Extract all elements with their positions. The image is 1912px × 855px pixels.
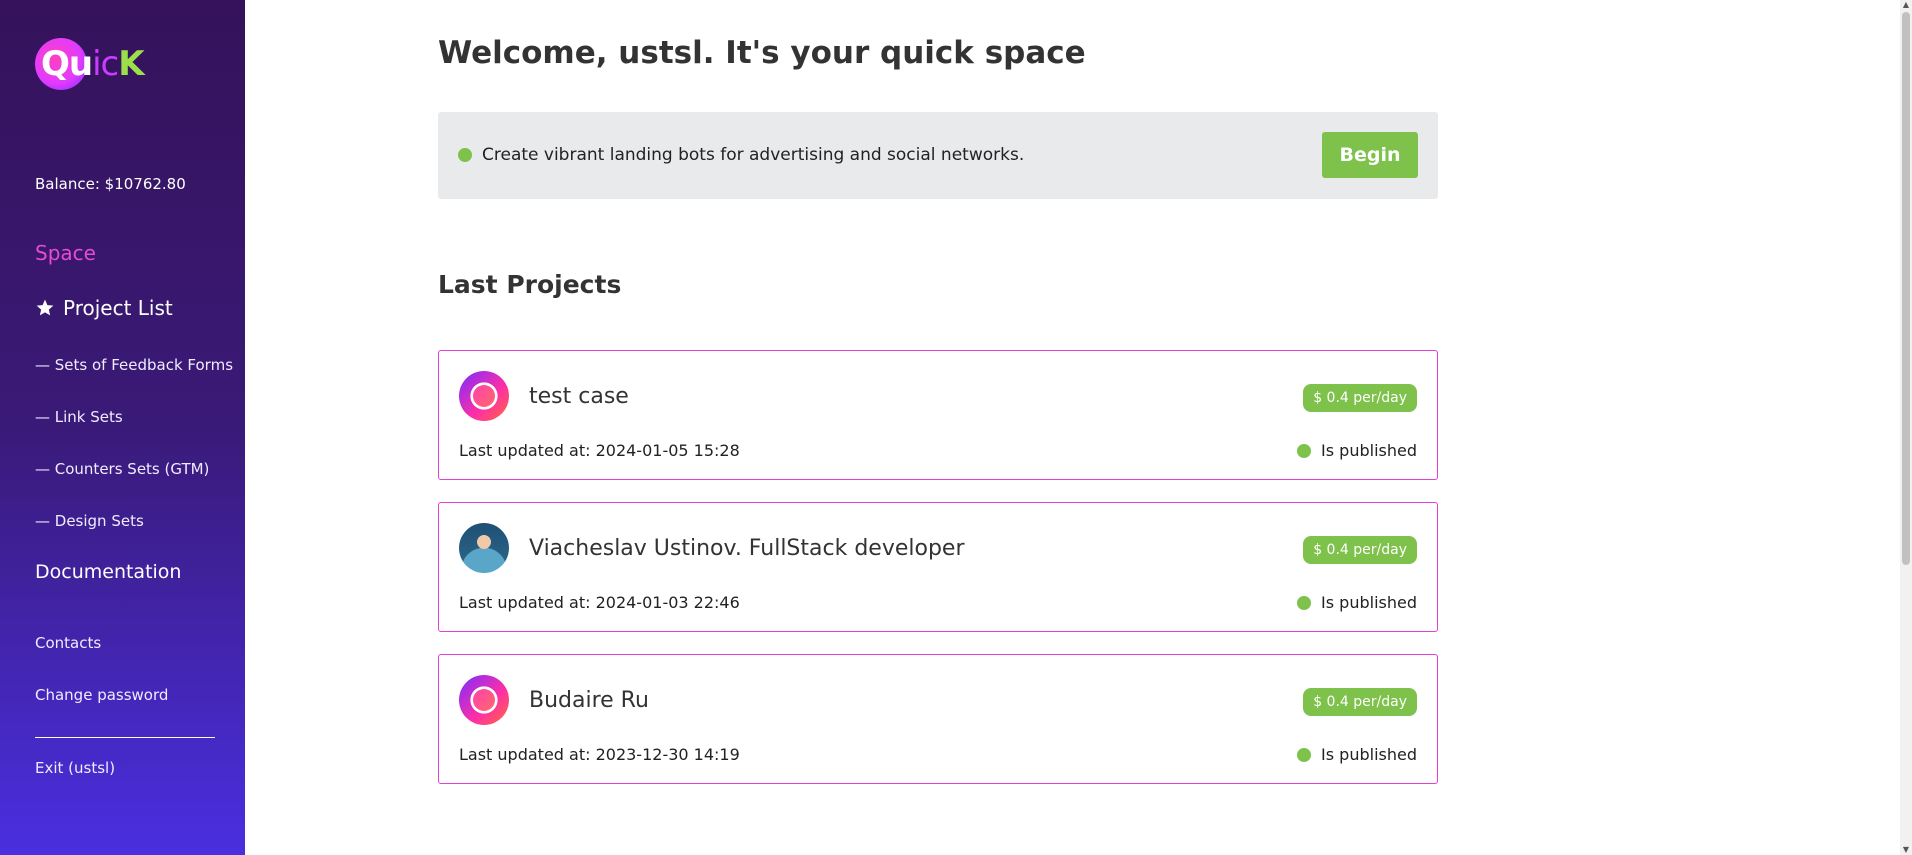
- begin-button[interactable]: Begin: [1322, 132, 1418, 178]
- last-updated: Last updated at: 2023-12-30 14:19: [459, 745, 740, 764]
- logo-part-1: Qu: [41, 44, 93, 84]
- publish-status: Is published: [1297, 441, 1417, 460]
- logo-part-3: K: [118, 44, 144, 84]
- status-label: Is published: [1321, 441, 1417, 460]
- publish-status: Is published: [1297, 593, 1417, 612]
- project-name[interactable]: Viacheslav Ustinov. FullStack developer: [529, 536, 965, 561]
- scrollbar-thumb[interactable]: [1902, 12, 1910, 565]
- last-updated: Last updated at: 2024-01-03 22:46: [459, 593, 740, 612]
- page-scrollbar[interactable]: ▲ ▼: [1900, 0, 1912, 855]
- status-dot-icon: [458, 148, 472, 162]
- nav-design-sets[interactable]: — Design Sets: [35, 512, 144, 530]
- nav-documentation[interactable]: Documentation: [35, 561, 181, 583]
- intro-banner: Create vibrant landing bots for advertis…: [438, 112, 1438, 199]
- user-avatar: [459, 523, 509, 573]
- nav-feedback-forms[interactable]: — Sets of Feedback Forms: [35, 356, 233, 374]
- sidebar-divider: [35, 737, 215, 738]
- nav-contacts[interactable]: Contacts: [35, 634, 101, 652]
- status-label: Is published: [1321, 593, 1417, 612]
- scroll-up-icon[interactable]: ▲: [1902, 1, 1910, 9]
- nav-link-sets[interactable]: — Link Sets: [35, 408, 123, 426]
- price-badge: $ 0.4 per/day: [1303, 536, 1417, 564]
- price-badge: $ 0.4 per/day: [1303, 384, 1417, 412]
- project-logo-icon: [459, 371, 509, 421]
- nav-counters-sets[interactable]: — Counters Sets (GTM): [35, 460, 209, 478]
- nav-exit[interactable]: Exit (ustsl): [35, 759, 115, 777]
- page-title: Welcome, ustsl. It's your quick space: [438, 35, 1086, 71]
- balance-label: Balance: $10762.80: [35, 175, 186, 193]
- section-title: Last Projects: [438, 270, 622, 299]
- sidebar: QuicK Balance: $10762.80 Space Project L…: [0, 0, 245, 855]
- status-dot-icon: [1297, 595, 1312, 610]
- status-dot-icon: [1297, 443, 1312, 458]
- status-dot-icon: [1297, 747, 1312, 762]
- project-name[interactable]: Budaire Ru: [529, 688, 649, 713]
- nav-project-list[interactable]: Project List: [35, 296, 173, 320]
- project-card[interactable]: test case $ 0.4 per/day Last updated at:…: [438, 350, 1438, 480]
- quick-logo[interactable]: QuicK: [35, 36, 145, 90]
- project-name[interactable]: test case: [529, 384, 629, 409]
- project-card[interactable]: Budaire Ru $ 0.4 per/day Last updated at…: [438, 654, 1438, 784]
- logo-part-2: ic: [92, 44, 119, 84]
- project-logo-icon: [459, 675, 509, 725]
- nav-project-list-label: Project List: [63, 296, 173, 320]
- star-icon: [36, 299, 54, 316]
- last-updated: Last updated at: 2024-01-05 15:28: [459, 441, 740, 460]
- nav-space[interactable]: Space: [35, 241, 96, 265]
- price-badge: $ 0.4 per/day: [1303, 688, 1417, 716]
- nav-change-password[interactable]: Change password: [35, 686, 168, 704]
- project-card[interactable]: Viacheslav Ustinov. FullStack developer …: [438, 502, 1438, 632]
- banner-text: Create vibrant landing bots for advertis…: [482, 145, 1025, 165]
- publish-status: Is published: [1297, 745, 1417, 764]
- status-label: Is published: [1321, 745, 1417, 764]
- scroll-down-icon[interactable]: ▼: [1902, 846, 1910, 854]
